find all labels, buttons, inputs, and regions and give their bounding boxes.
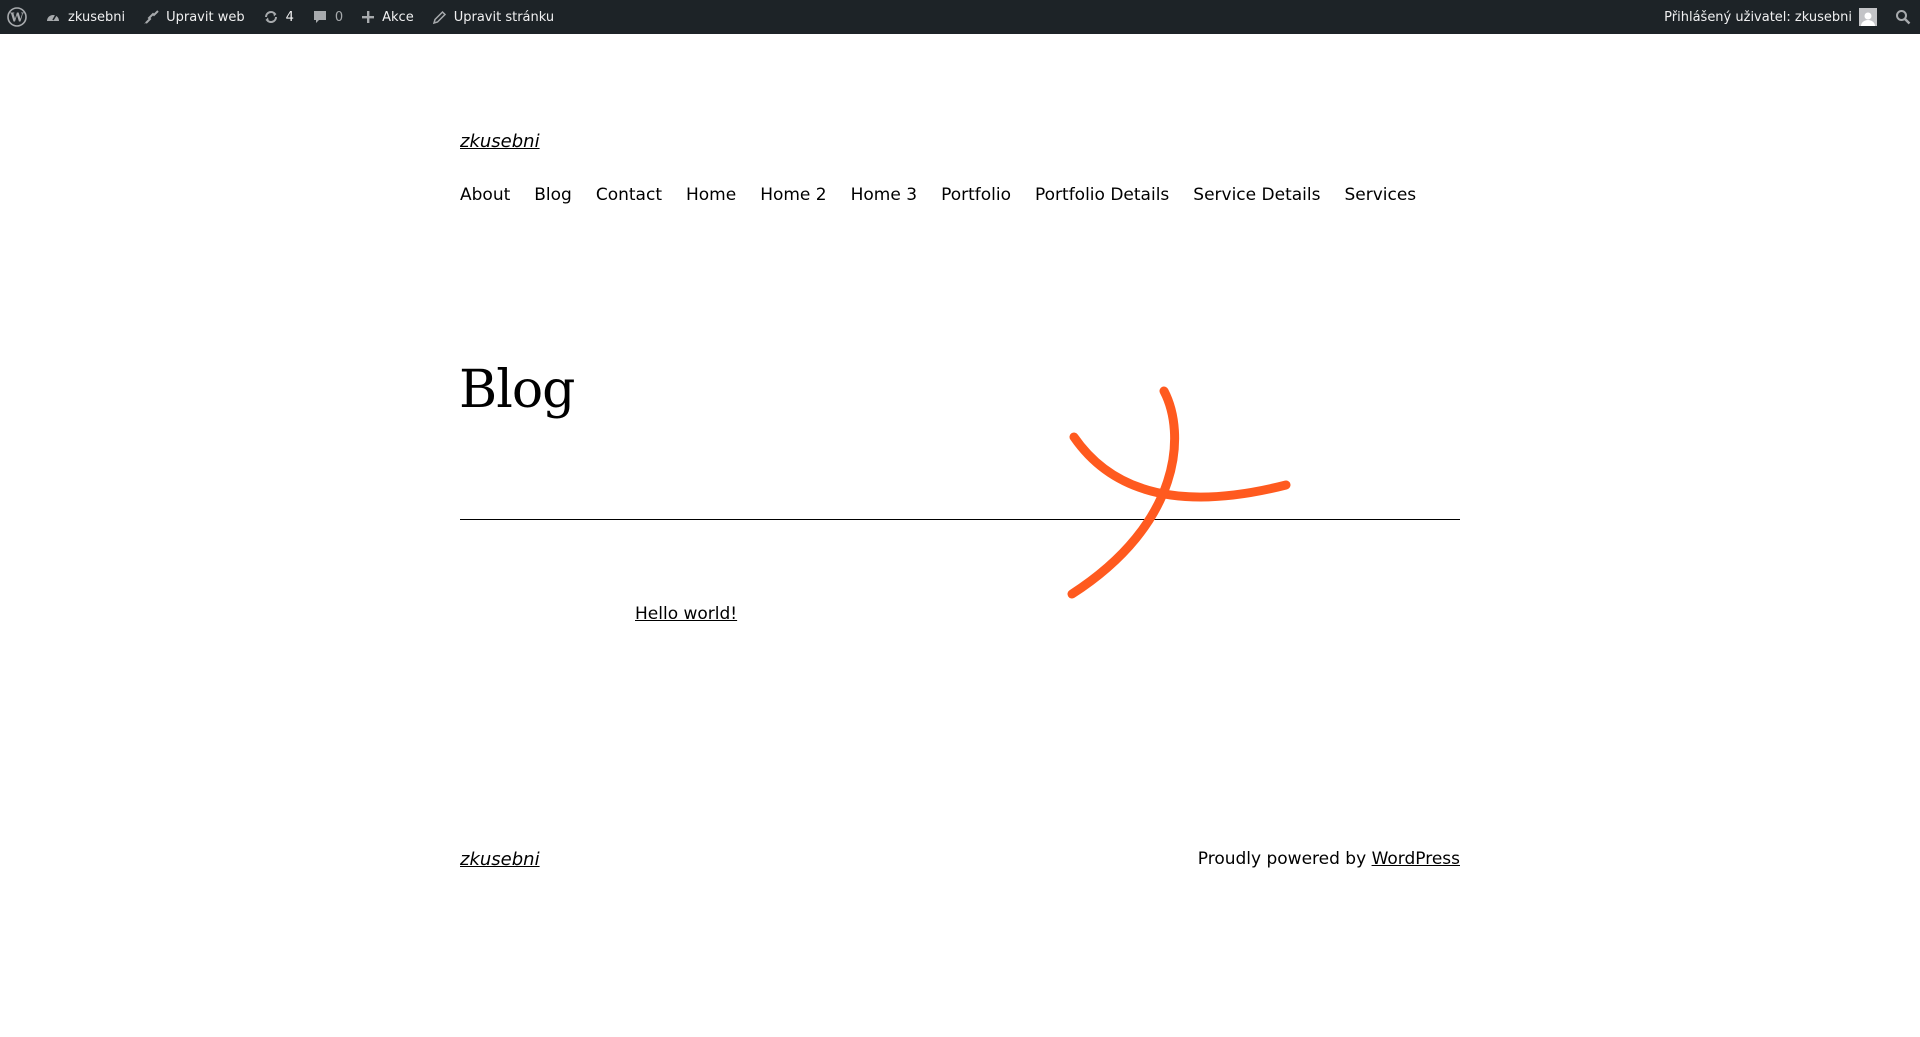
- edit-page-label: Upravit stránku: [453, 9, 555, 25]
- site-name-menu[interactable]: zkusebni: [36, 0, 134, 34]
- nav-item-home-2[interactable]: Home 2: [760, 185, 826, 205]
- admin-bar-left: W zkusebni Upravit web 4 0 Akce Upravit …: [0, 0, 563, 34]
- primary-navigation: About Blog Contact Home Home 2 Home 3 Po…: [460, 185, 1416, 205]
- plus-icon: [362, 11, 375, 23]
- nav-item-about[interactable]: About: [460, 185, 510, 205]
- pencil-icon: [432, 10, 446, 24]
- account-menu[interactable]: Přihlášený uživatel: zkusebni: [1655, 0, 1886, 34]
- site-title[interactable]: zkusebni: [460, 131, 540, 152]
- nav-item-portfolio-details[interactable]: Portfolio Details: [1035, 185, 1169, 205]
- new-content-label: Akce: [382, 9, 414, 25]
- customize-label: Upravit web: [166, 9, 245, 25]
- search-button[interactable]: [1886, 0, 1920, 34]
- page-title: Blog: [459, 360, 575, 420]
- nav-item-services[interactable]: Services: [1344, 185, 1416, 205]
- brush-icon: [144, 10, 159, 24]
- avatar: [1859, 8, 1877, 26]
- edit-page-button[interactable]: Upravit stránku: [423, 0, 563, 34]
- search-icon: [1896, 10, 1911, 25]
- decorative-brush-stroke: [1067, 386, 1291, 599]
- new-content-button[interactable]: Akce: [352, 0, 423, 34]
- brush-stroke-arc-2: [1069, 432, 1291, 502]
- wordpress-logo-icon: W: [7, 7, 27, 27]
- updates-count: 4: [285, 9, 294, 25]
- updates-icon: [264, 11, 277, 23]
- nav-item-home-3[interactable]: Home 3: [851, 185, 917, 205]
- separator: [460, 519, 1460, 520]
- customize-button[interactable]: Upravit web: [134, 0, 254, 34]
- user-avatar-icon: [1861, 12, 1875, 26]
- account-label: Přihlášený uživatel: zkusebni: [1664, 9, 1852, 25]
- comments-button[interactable]: 0: [303, 0, 352, 34]
- dashboard-icon: [47, 14, 59, 21]
- footer-credit: Proudly powered by WordPress: [1198, 849, 1460, 869]
- nav-item-blog[interactable]: Blog: [534, 185, 572, 205]
- admin-bar: W zkusebni Upravit web 4 0 Akce Upravit …: [0, 0, 1920, 34]
- comment-icon: [313, 11, 326, 23]
- nav-item-service-details[interactable]: Service Details: [1193, 185, 1320, 205]
- admin-bar-right: Přihlášený uživatel: zkusebni: [1655, 0, 1920, 34]
- wordpress-link[interactable]: WordPress: [1372, 849, 1460, 869]
- svg-text:W: W: [9, 11, 24, 25]
- nav-item-portfolio[interactable]: Portfolio: [941, 185, 1011, 205]
- site-name-label: zkusebni: [68, 9, 126, 25]
- post-title-link[interactable]: Hello world!: [635, 604, 737, 624]
- comments-count: 0: [334, 9, 344, 25]
- footer-site-title[interactable]: zkusebni: [460, 849, 540, 870]
- updates-button[interactable]: 4: [254, 0, 303, 34]
- nav-item-home[interactable]: Home: [686, 185, 736, 205]
- wordpress-logo-button[interactable]: W: [0, 0, 36, 34]
- footer-credit-text: Proudly powered by: [1197, 849, 1372, 869]
- nav-item-contact[interactable]: Contact: [596, 185, 662, 205]
